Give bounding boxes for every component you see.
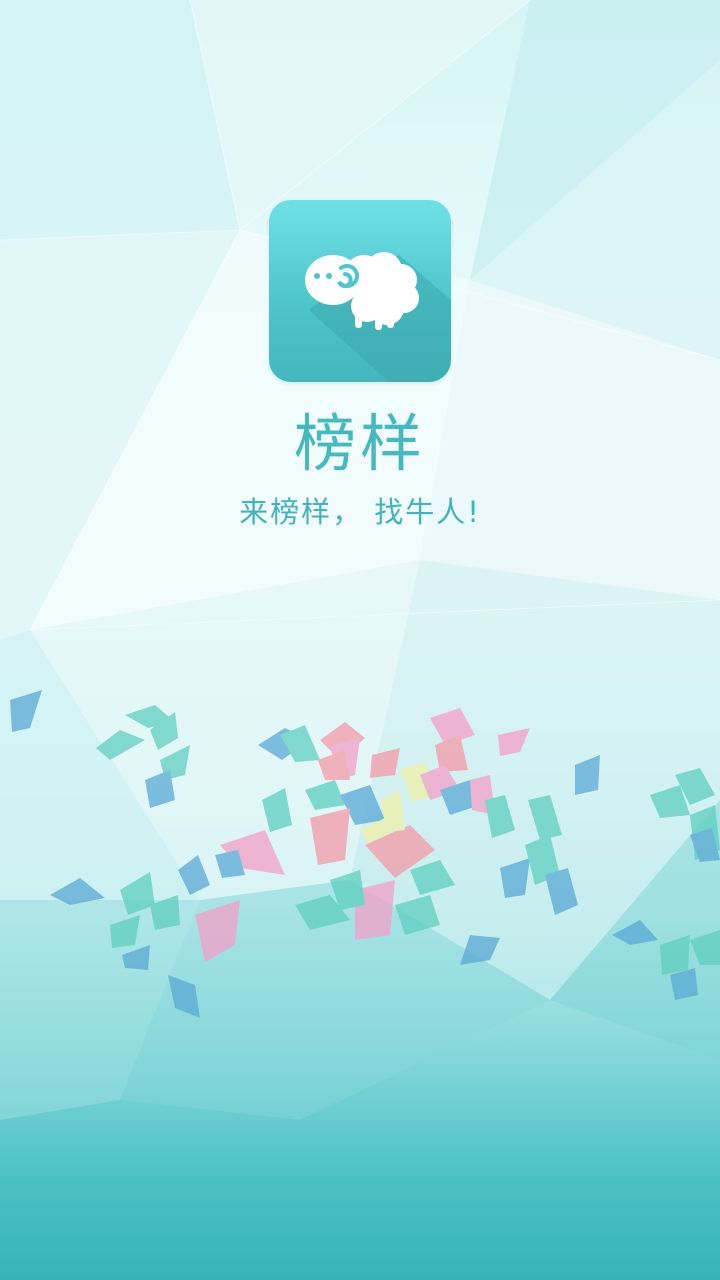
confetti-decoration [10, 690, 720, 1018]
splash-screen: 榜样 来榜样， 找牛人! [0, 0, 720, 1280]
